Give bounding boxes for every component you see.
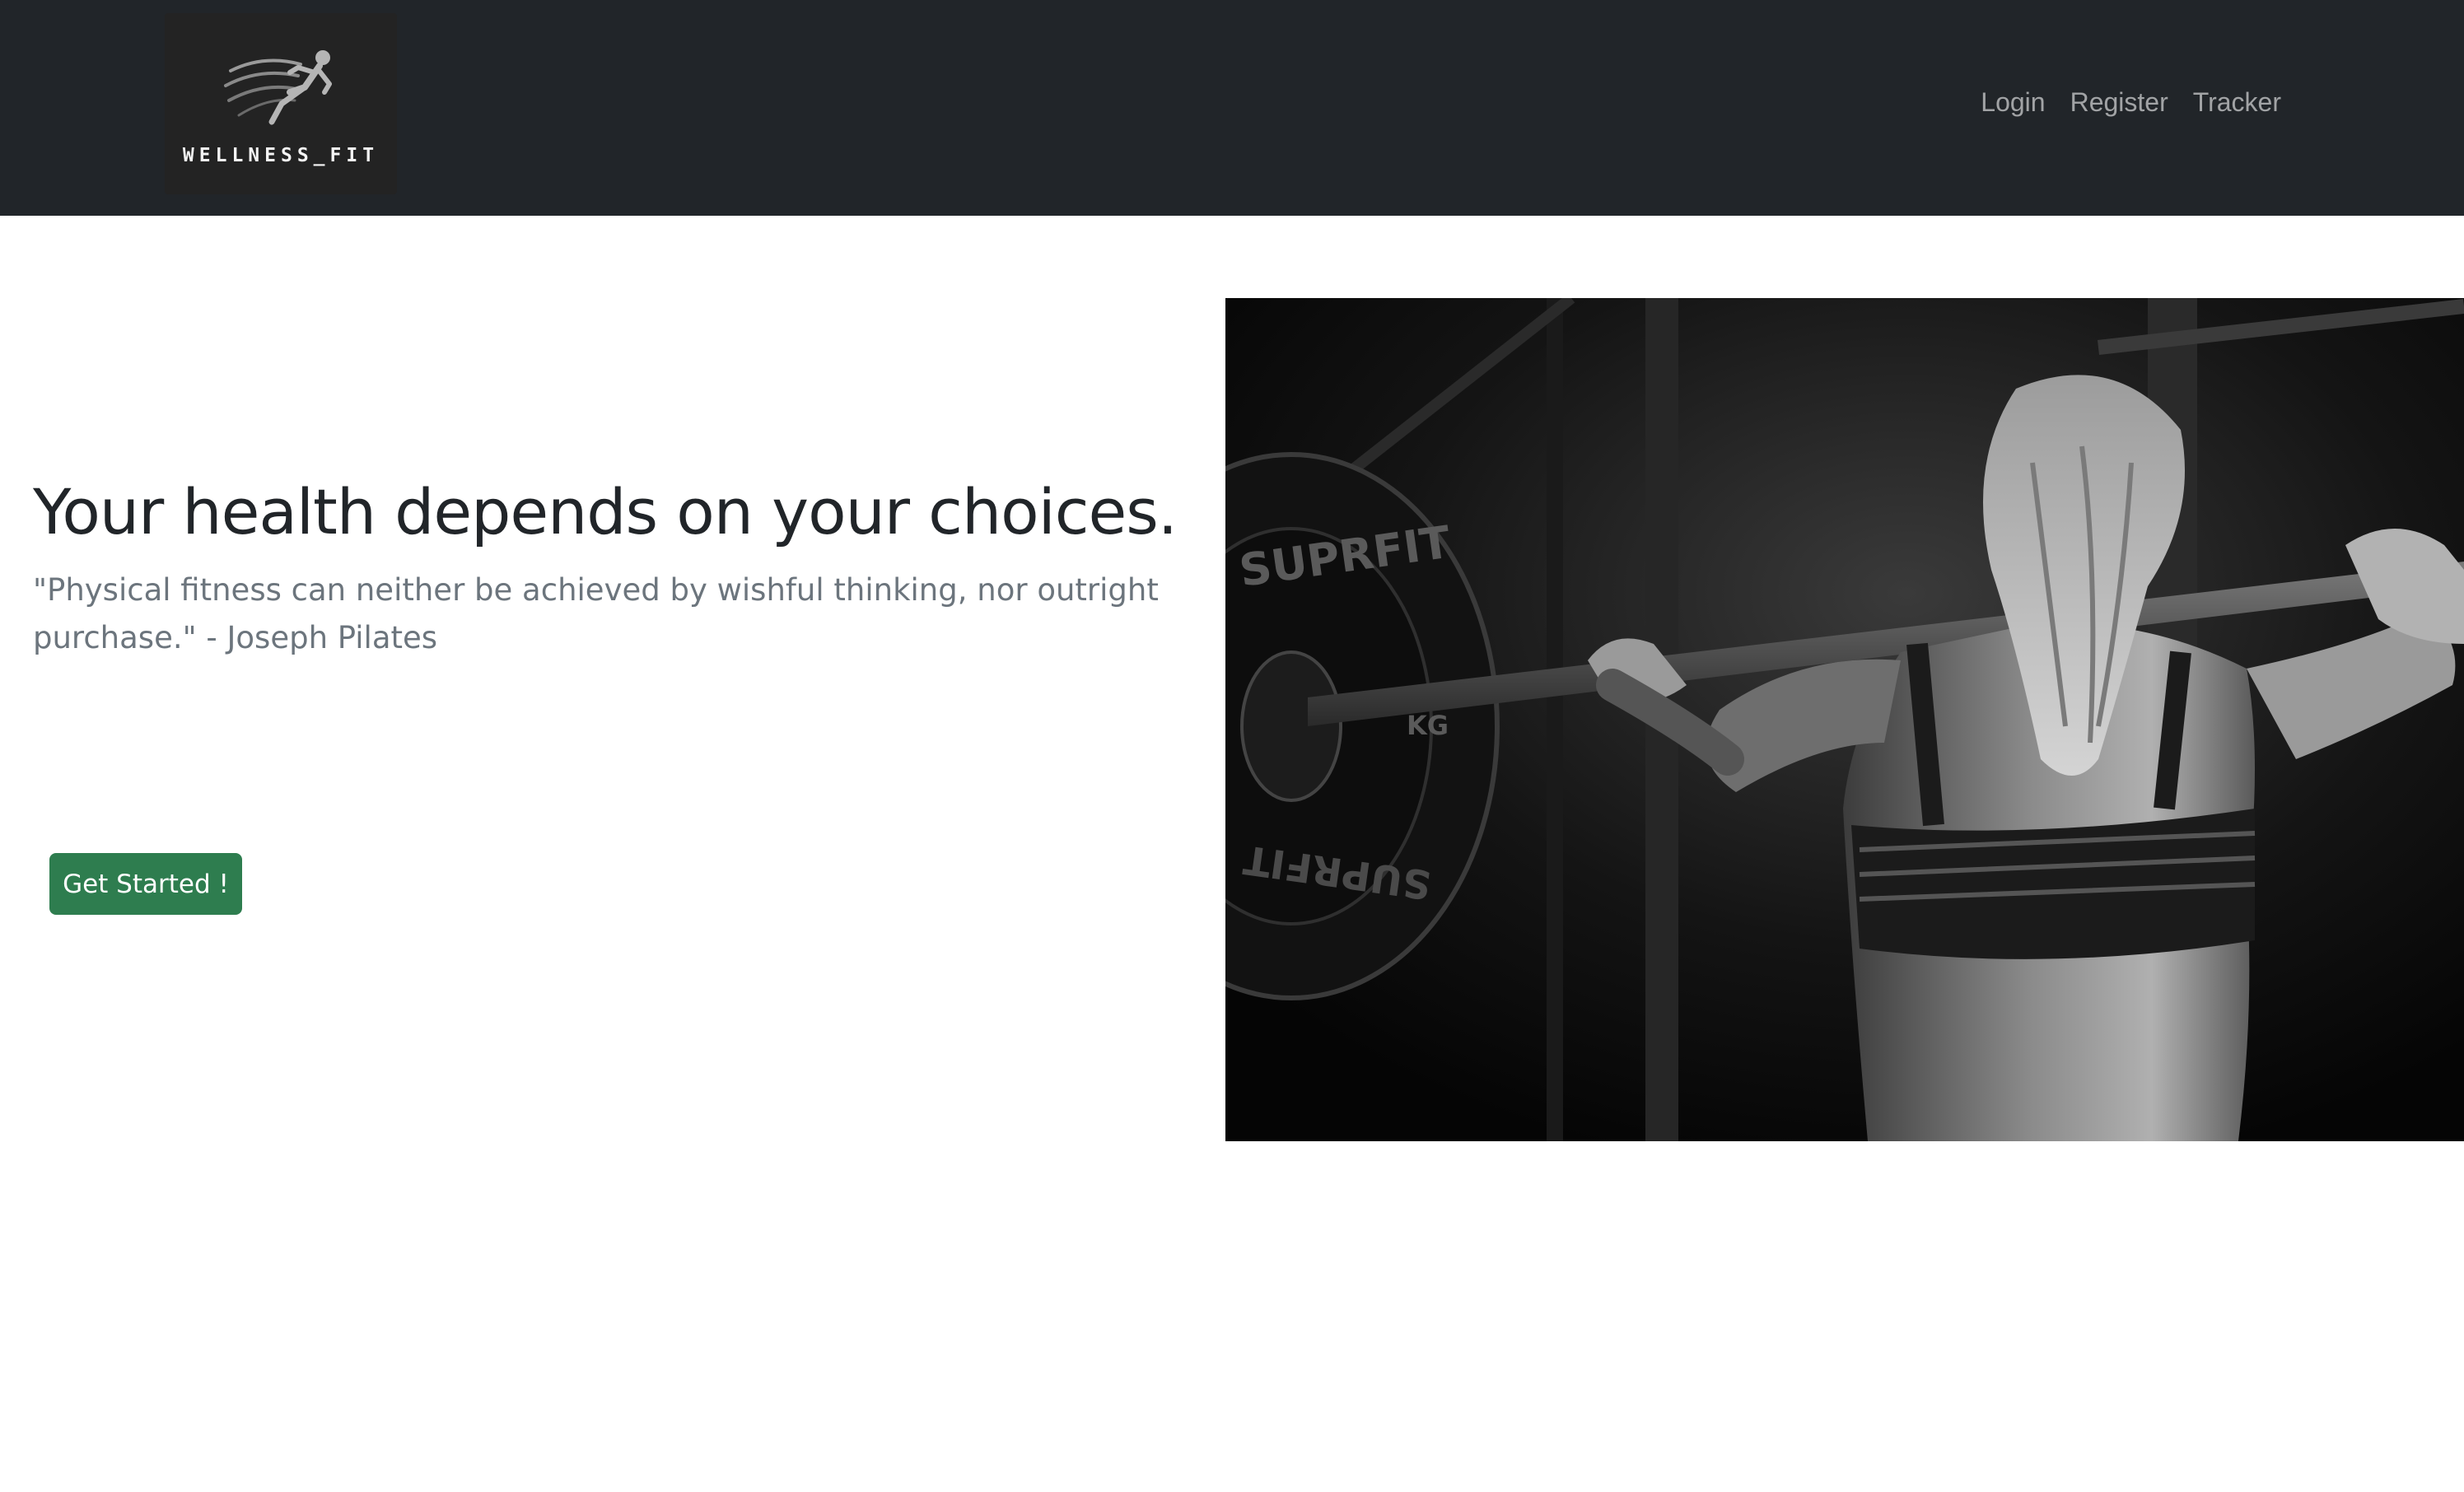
hero-image: SUPRFIT KG SUPRFIT — [1225, 298, 2464, 1141]
get-started-button[interactable]: Get Started ! — [49, 853, 242, 915]
brand-logo[interactable]: WELLNESS_FIT — [165, 13, 397, 194]
nav-login-link[interactable]: Login — [1981, 84, 2045, 120]
nav-tracker-link[interactable]: Tracker — [2193, 84, 2281, 120]
brand-logo-text: WELLNESS_FIT — [182, 145, 380, 166]
nav-links: Login Register Tracker — [1981, 84, 2281, 120]
weightlifting-photo: SUPRFIT KG SUPRFIT — [1225, 298, 2464, 1141]
navbar: WELLNESS_FIT Login Register Tracker — [0, 0, 2464, 216]
nav-register-link[interactable]: Register — [2070, 84, 2168, 120]
plate-kg-text: KG — [1407, 710, 1449, 741]
hero-title: Your health depends on your choices. — [33, 475, 1178, 548]
hero-quote: "Physical fitness can neither be achieve… — [33, 572, 1159, 655]
running-man-logo-icon — [224, 50, 332, 125]
